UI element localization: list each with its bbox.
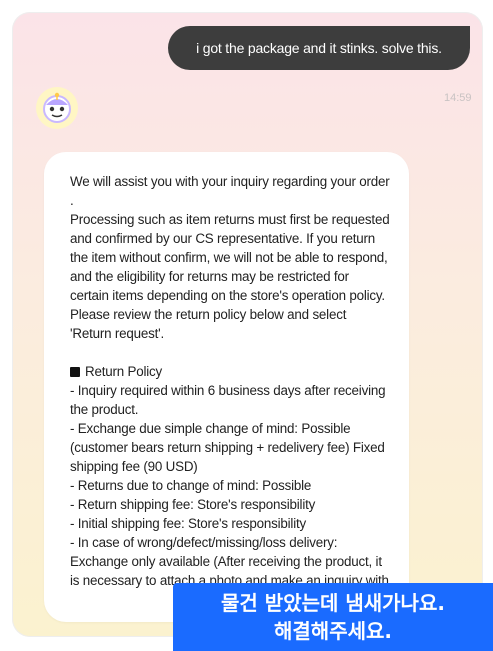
black-square-icon [70, 366, 80, 377]
policy-item: - Returns due to change of mind: Possibl… [70, 478, 312, 493]
caption-line: 물건 받았는데 냄새가나요. [221, 591, 445, 615]
policy-item: - Initial shipping fee: Store's responsi… [70, 516, 306, 531]
chat-screen: i got the package and it stinks. solve t… [12, 12, 483, 637]
policy-item: - Inquiry required within 6 business day… [70, 383, 386, 417]
user-message-text: i got the package and it stinks. solve t… [196, 40, 442, 56]
policy-item: - In case of wrong/defect/missing/loss d… [70, 535, 389, 588]
bot-message-bubble: We will assist you with your inquiry reg… [44, 152, 409, 622]
return-policy-heading: Return Policy [70, 362, 390, 381]
policy-item: - Return shipping fee: Store's responsib… [70, 497, 316, 512]
return-policy-title: Return Policy [85, 364, 163, 379]
bot-intro-line: Processing such as item returns must fir… [70, 212, 390, 303]
policy-item: - Exchange due simple change of mind: Po… [70, 421, 385, 474]
korean-caption-overlay: 물건 받았는데 냄새가나요. 해결해주세요. [173, 583, 493, 651]
user-message-bubble: i got the package and it stinks. solve t… [168, 26, 470, 70]
bot-intro-line: Please review the return policy below an… [70, 307, 347, 341]
bot-intro-line: We will assist you with your inquiry reg… [70, 174, 390, 208]
bot-message-text: We will assist you with your inquiry reg… [70, 172, 390, 590]
chatbot-avatar-icon [36, 87, 78, 129]
caption-line: 해결해주세요. [274, 619, 392, 643]
message-timestamp: 14:59 [444, 92, 472, 104]
